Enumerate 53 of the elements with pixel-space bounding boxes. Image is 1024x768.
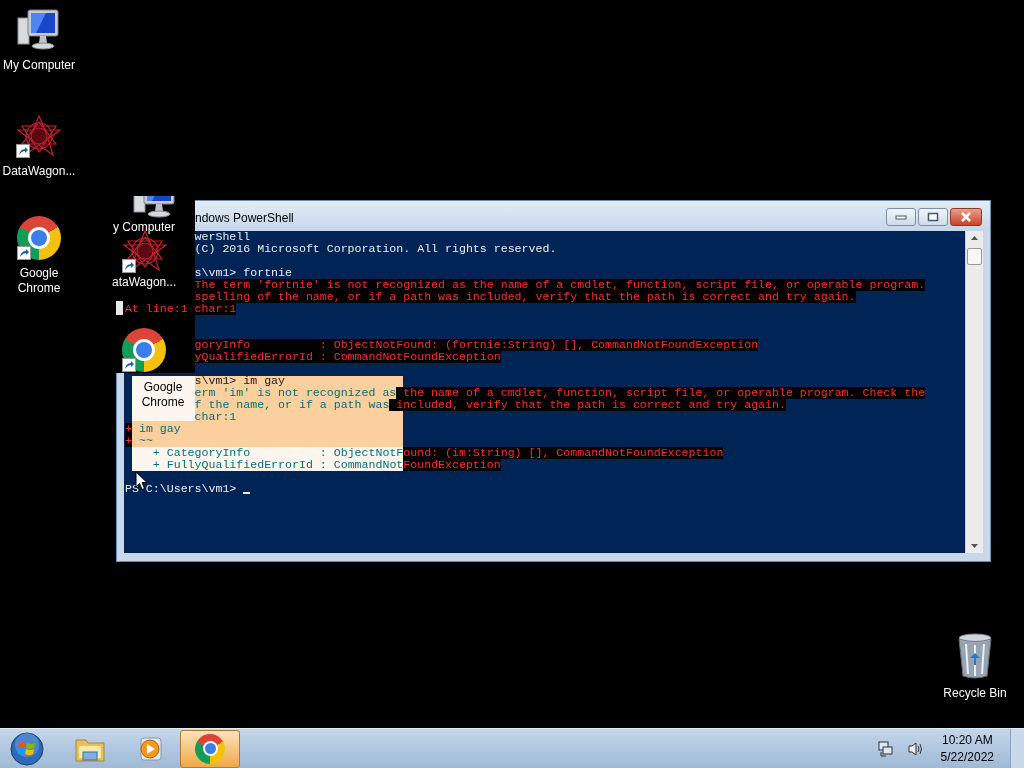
chrome-icon	[195, 733, 225, 764]
cursor-block	[116, 301, 123, 315]
icon-label[interactable]: ataWagon...	[112, 275, 177, 290]
error-text: the name of a cmdlet, function, script file, or operable program. Check the	[396, 387, 926, 399]
console-text: + CategoryInfo : ObjectNotF	[151, 447, 404, 459]
star-icon	[16, 114, 62, 158]
error-text: goryInfo : ObjectNotFound: (fortnie:String) [], CommandNotFoundException	[194, 339, 759, 351]
clock-time[interactable]: 10:20 AM	[941, 731, 993, 749]
console-text: char:1	[194, 411, 237, 423]
network-icon[interactable]	[876, 740, 893, 757]
console-text: werShell	[194, 231, 251, 243]
error-text: yQualifiedErrorId : CommandNotFoundException	[194, 351, 501, 363]
icon-label[interactable]: Recycle Bin	[943, 686, 1007, 701]
console-text: + FullyQualifiedErrorId : CommandNot	[151, 459, 404, 471]
chrome-icon	[17, 216, 61, 260]
minimize-icon	[895, 214, 907, 220]
console-text: f the name, or if a path was	[194, 399, 390, 411]
error-text: spelling of the name, or if a path was included, verify that the path is correct and try again.	[194, 291, 856, 303]
text-cursor	[243, 492, 251, 494]
icon-label[interactable]: My Computer	[0, 58, 78, 73]
windows-logo-icon	[10, 731, 44, 766]
clock-date[interactable]: 5/22/2022	[940, 748, 994, 766]
window-title: ndows PowerShell	[195, 209, 294, 227]
error-text: +	[125, 435, 132, 447]
icon-label[interactable]: DataWagon...	[0, 164, 78, 179]
console-text: PS C:\Users\vm1>	[125, 483, 238, 495]
scroll-thumb[interactable]	[967, 248, 982, 265]
start-button[interactable]	[8, 729, 46, 768]
scroll-down-icon[interactable]	[970, 543, 979, 549]
console-text: s\vm1> im gay	[194, 375, 285, 387]
error-text: +	[125, 423, 132, 435]
icon-label[interactable]: Google Chrome	[0, 266, 78, 296]
error-text: FoundException	[403, 459, 501, 471]
scroll-up-icon[interactable]	[970, 235, 979, 241]
error-text: ound: (im:String) [], CommandNotFoundException	[403, 447, 724, 459]
error-text: The term 'fortnie' is not recognized as the name of a cmdlet, function, script file, or operable program.	[194, 279, 926, 291]
speaker-icon[interactable]	[906, 740, 925, 757]
close-icon	[960, 212, 972, 222]
close-button[interactable]	[950, 208, 982, 226]
maximize-button[interactable]	[918, 208, 948, 226]
console-text: ~~	[137, 435, 153, 447]
maximize-icon	[927, 212, 939, 222]
error-text: included, verify that the path is correct and try again.	[389, 399, 786, 411]
icon-label[interactable]: y Computer	[113, 220, 176, 235]
taskbar-button[interactable]	[180, 729, 240, 768]
console-text: im gay	[137, 423, 181, 435]
console-text: s\vm1> fortnie	[194, 267, 292, 279]
error-text: At line:1 char:1	[125, 303, 237, 315]
console-text: (C) 2016 Microsoft Corporation. All rights reserved.	[194, 243, 557, 255]
chrome-icon	[122, 328, 166, 372]
console-text: erm 'im' is not recognized as	[194, 387, 397, 399]
minimize-button[interactable]	[886, 208, 916, 226]
scrollbar[interactable]	[965, 231, 983, 553]
